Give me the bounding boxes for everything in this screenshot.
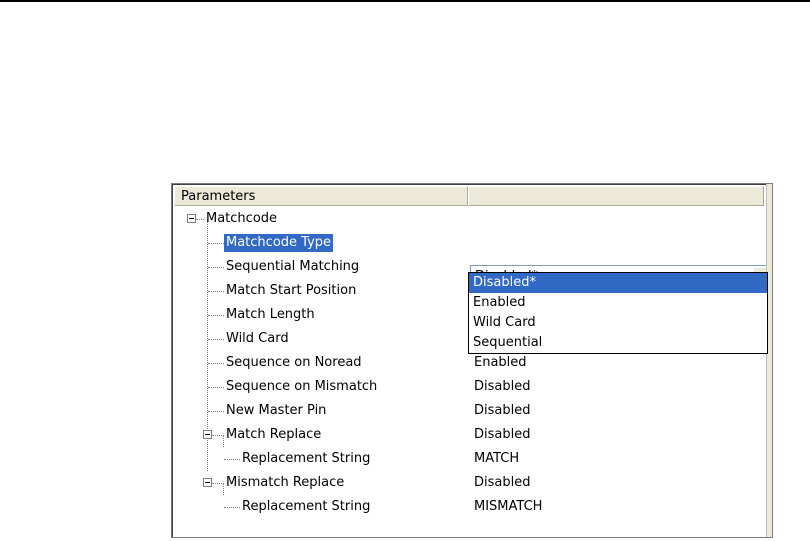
tree-connector [212, 483, 224, 484]
tree-value: Disabled [474, 379, 531, 394]
tree-value: Disabled [474, 427, 531, 442]
parameter-tree: Matchcode Matchcode Type Sequential Matc… [174, 207, 772, 519]
tree-row-mismatch-replace[interactable]: Mismatch Replace Disabled [174, 471, 766, 495]
tree-label: Replacement String [242, 451, 371, 466]
tree-label: Match Replace [226, 427, 322, 442]
tree-connector [196, 219, 204, 220]
dropdown-option[interactable]: Disabled* [469, 273, 767, 293]
tree-row[interactable]: Sequence on Noread Enabled [174, 351, 766, 375]
tree-label: Wild Card [226, 331, 289, 346]
header-parameters-label: Parameters [181, 188, 256, 204]
header-parameters[interactable]: Parameters [174, 186, 468, 206]
tree-value: MISMATCH [474, 499, 543, 514]
collapse-icon[interactable] [203, 478, 212, 487]
tree-row[interactable]: Replacement String MISMATCH [174, 495, 766, 519]
tree-connector [212, 435, 224, 436]
tree-connector [208, 315, 224, 316]
tree-value: Disabled [474, 403, 531, 418]
tree-connector [208, 243, 224, 244]
tree-connector [208, 411, 224, 412]
tree-connector [208, 291, 224, 292]
parameters-panel: Parameters Matchcode Matchcode Type Sequ… [171, 183, 773, 538]
scrollbar-edge[interactable] [766, 184, 772, 537]
tree-label: Match Length [226, 307, 315, 322]
tree-row-match-replace[interactable]: Match Replace Disabled [174, 423, 766, 447]
tree-row[interactable]: New Master Pin Disabled [174, 399, 766, 423]
tree-label: Mismatch Replace [226, 475, 345, 490]
tree-value: Enabled [474, 355, 527, 370]
tree-label-selected: Matchcode Type [224, 234, 334, 252]
matchcode-type-dropdown: Disabled* Enabled Wild Card Sequential [468, 272, 768, 354]
tree-label: New Master Pin [226, 403, 327, 418]
column-header: Parameters [174, 186, 764, 206]
tree-label: Sequential Matching [226, 259, 360, 274]
tree-connector [224, 507, 240, 508]
tree-label: Sequence on Noread [226, 355, 362, 370]
tree-connector [208, 267, 224, 268]
collapse-icon[interactable] [187, 214, 196, 223]
tree-row-matchcode[interactable]: Matchcode [174, 207, 766, 231]
header-value[interactable] [468, 186, 764, 206]
tree-label: Sequence on Mismatch [226, 379, 378, 394]
tree-connector [208, 387, 224, 388]
collapse-icon[interactable] [203, 430, 212, 439]
tree-label: Match Start Position [226, 283, 357, 298]
tree-label: Matchcode [206, 211, 278, 226]
tree-connector [208, 363, 224, 364]
tree-label: Replacement String [242, 499, 371, 514]
tree-value: MATCH [474, 451, 520, 466]
tree-row[interactable]: Matchcode Type [174, 231, 766, 255]
tree-connector [224, 459, 240, 460]
tree-connector [208, 339, 224, 340]
tree-value: Disabled [474, 475, 531, 490]
tree-row[interactable]: Replacement String MATCH [174, 447, 766, 471]
dropdown-option[interactable]: Wild Card [469, 313, 767, 333]
tree-row[interactable]: Sequence on Mismatch Disabled [174, 375, 766, 399]
dropdown-option[interactable]: Enabled [469, 293, 767, 313]
dropdown-option[interactable]: Sequential [469, 333, 767, 353]
page-top-rule [0, 0, 810, 2]
